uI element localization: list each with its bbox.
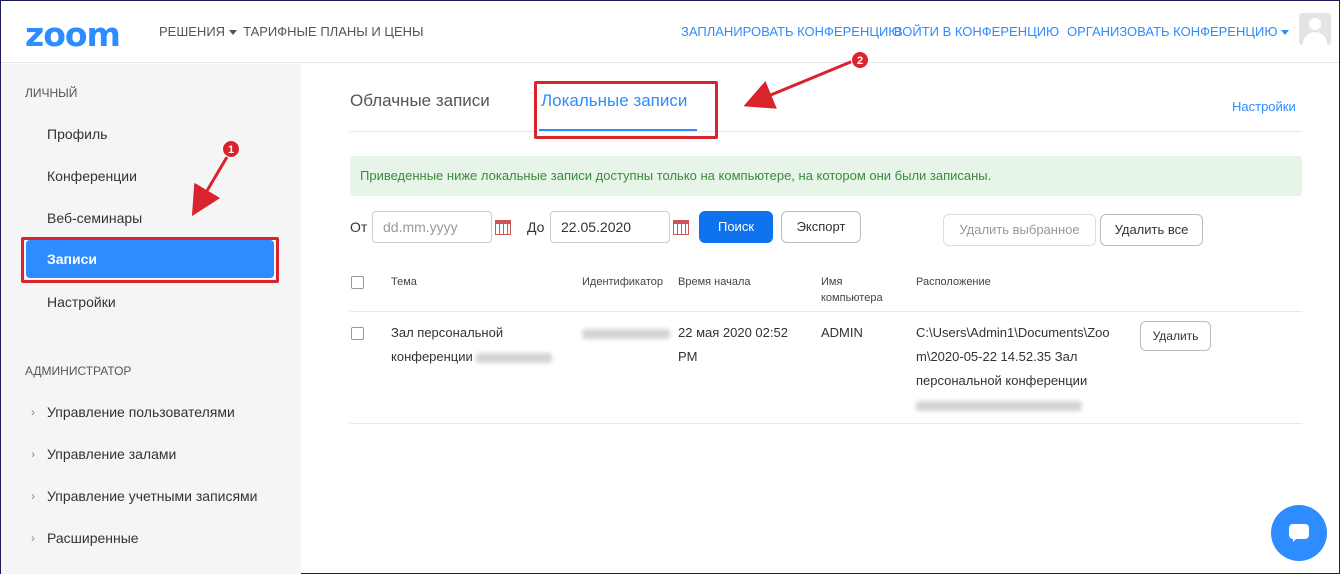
annotation-badge-2: 2 xyxy=(851,51,869,69)
arrow-2 xyxy=(743,59,854,109)
annotation-arrows xyxy=(191,59,854,217)
annotation-badge-1: 1 xyxy=(222,140,240,158)
arrow-1 xyxy=(191,156,229,217)
